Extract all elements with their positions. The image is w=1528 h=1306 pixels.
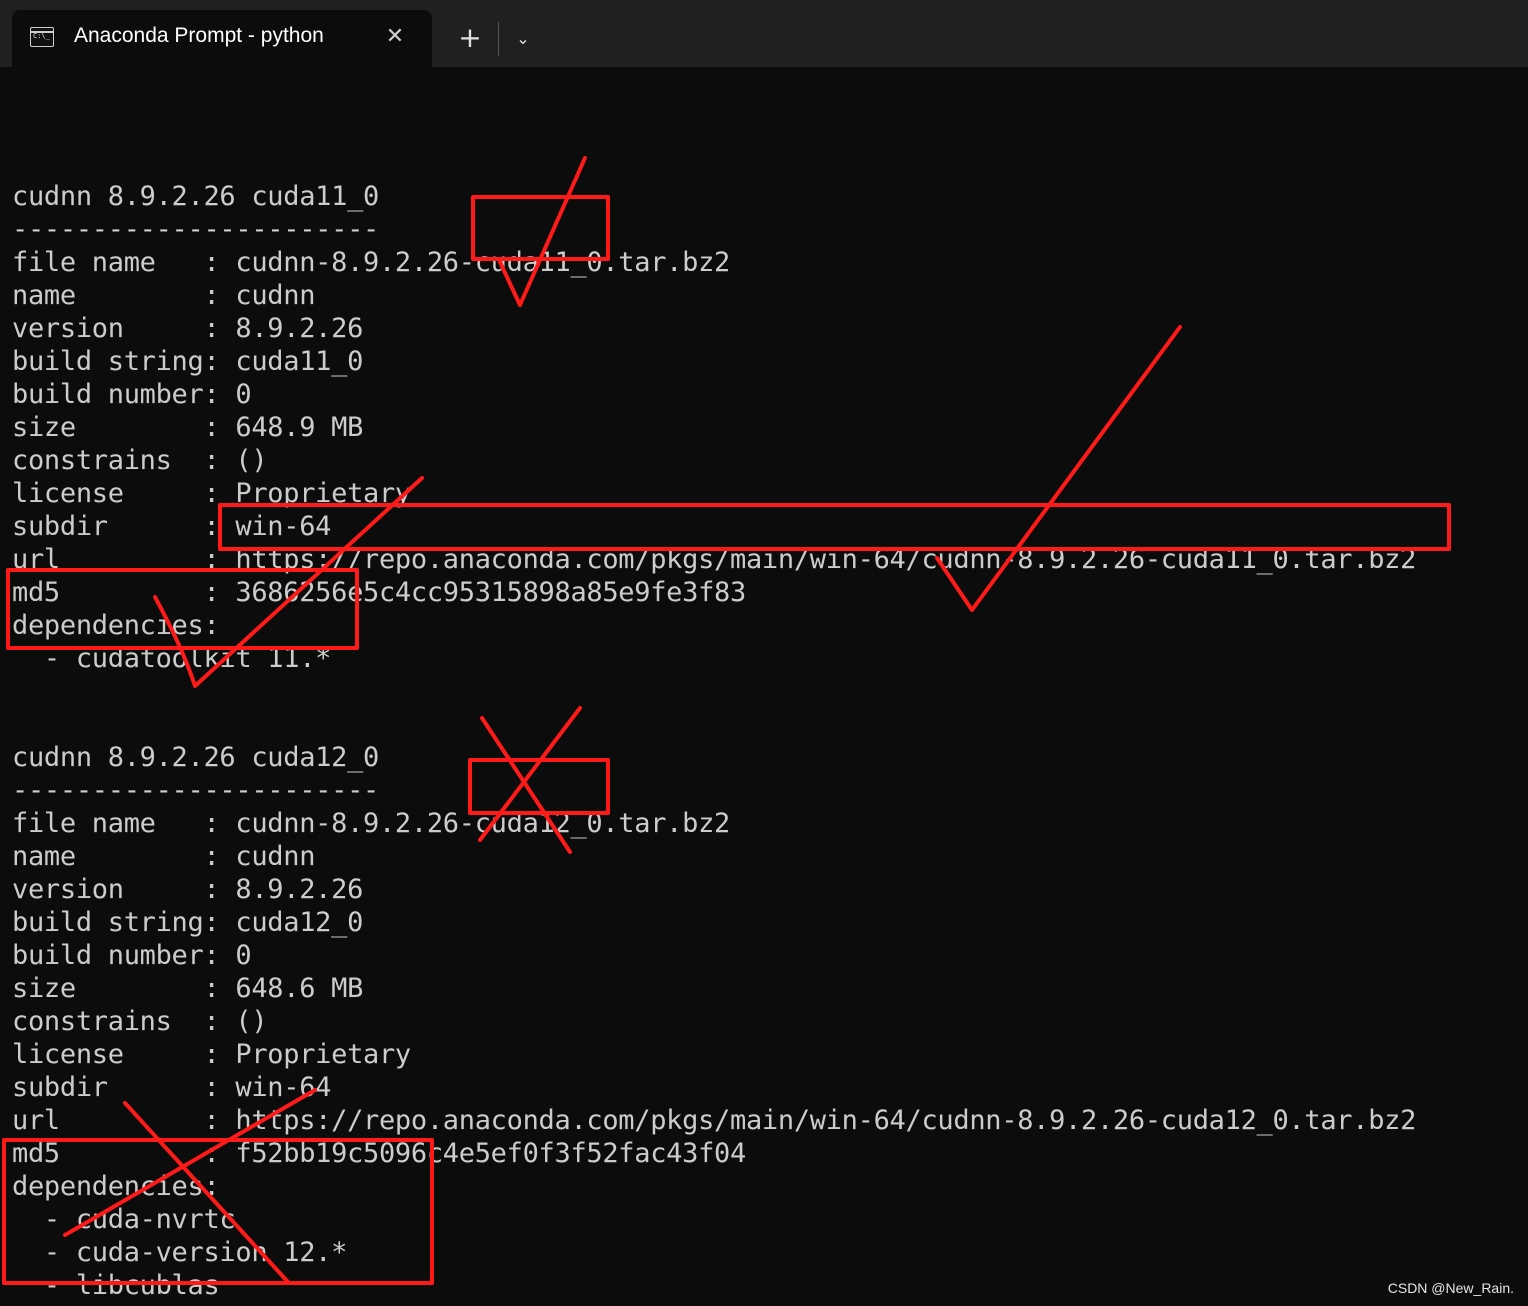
terminal-line: version : 8.9.2.26 [12, 874, 364, 905]
terminal-line: subdir : win-64 [12, 511, 332, 542]
title-bar: C:\_ Anaconda Prompt - python ✕ + ⌄ [0, 0, 1528, 67]
terminal-line: url : https://repo.anaconda.com/pkgs/mai… [12, 1105, 1417, 1136]
terminal-line: - cuda-nvrtc [12, 1204, 236, 1235]
watermark: CSDN @New_Rain. [1387, 1280, 1514, 1296]
terminal-line: md5 : f52bb19c5096c4e5ef0f3f52fac43f04 [12, 1138, 746, 1169]
close-icon[interactable]: ✕ [384, 26, 406, 48]
chevron-down-icon[interactable]: ⌄ [508, 24, 538, 54]
terminal-line: build string: cuda11_0 [12, 346, 364, 377]
terminal-line: build number: 0 [12, 379, 252, 410]
terminal-line: dependencies: [12, 610, 220, 641]
terminal-line: version : 8.9.2.26 [12, 313, 364, 344]
tab-title: Anaconda Prompt - python [74, 24, 324, 47]
terminal-line: license : Proprietary [12, 478, 411, 509]
terminal-line: size : 648.9 MB [12, 412, 364, 443]
terminal-line: file name : cudnn-8.9.2.26-cuda11_0.tar.… [12, 247, 730, 278]
terminal-line: - cuda-version 12.* [12, 1237, 348, 1268]
terminal-tab[interactable]: C:\_ Anaconda Prompt - python ✕ [12, 10, 432, 67]
terminal-line: build number: 0 [12, 940, 252, 971]
terminal-line: cudnn 8.9.2.26 cuda11_0 [12, 181, 379, 212]
terminal-line: name : cudnn [12, 280, 316, 311]
terminal-line: license : Proprietary [12, 1039, 411, 1070]
terminal-line: build string: cuda12_0 [12, 907, 364, 938]
terminal-line: cudnn 8.9.2.26 cuda12_0 [12, 742, 379, 773]
terminal-line: constrains : () [12, 445, 268, 476]
terminal-line: url : https://repo.anaconda.com/pkgs/mai… [12, 544, 1417, 575]
terminal-line: ----------------------- [12, 214, 379, 245]
terminal-line: subdir : win-64 [12, 1072, 332, 1103]
terminal-line: - libcublas [12, 1270, 220, 1301]
terminal-line: md5 : 3686256e5c4cc95315898a85e9fe3f83 [12, 577, 746, 608]
terminal-line: size : 648.6 MB [12, 973, 364, 1004]
terminal-output[interactable]: cudnn 8.9.2.26 cuda11_0 -----------------… [12, 147, 1512, 1302]
terminal-line: file name : cudnn-8.9.2.26-cuda12_0.tar.… [12, 808, 730, 839]
terminal-icon: C:\_ [30, 27, 54, 47]
terminal-line: ----------------------- [12, 775, 379, 806]
terminal-icon-glyph: C:\_ [33, 32, 50, 40]
terminal-line: dependencies: [12, 1171, 220, 1202]
terminal-line: - cudatoolkit 11.* [12, 643, 332, 674]
terminal-line: constrains : () [12, 1006, 268, 1037]
terminal-line: name : cudnn [12, 841, 316, 872]
tab-separator [498, 22, 499, 56]
new-tab-button[interactable]: + [452, 20, 488, 56]
